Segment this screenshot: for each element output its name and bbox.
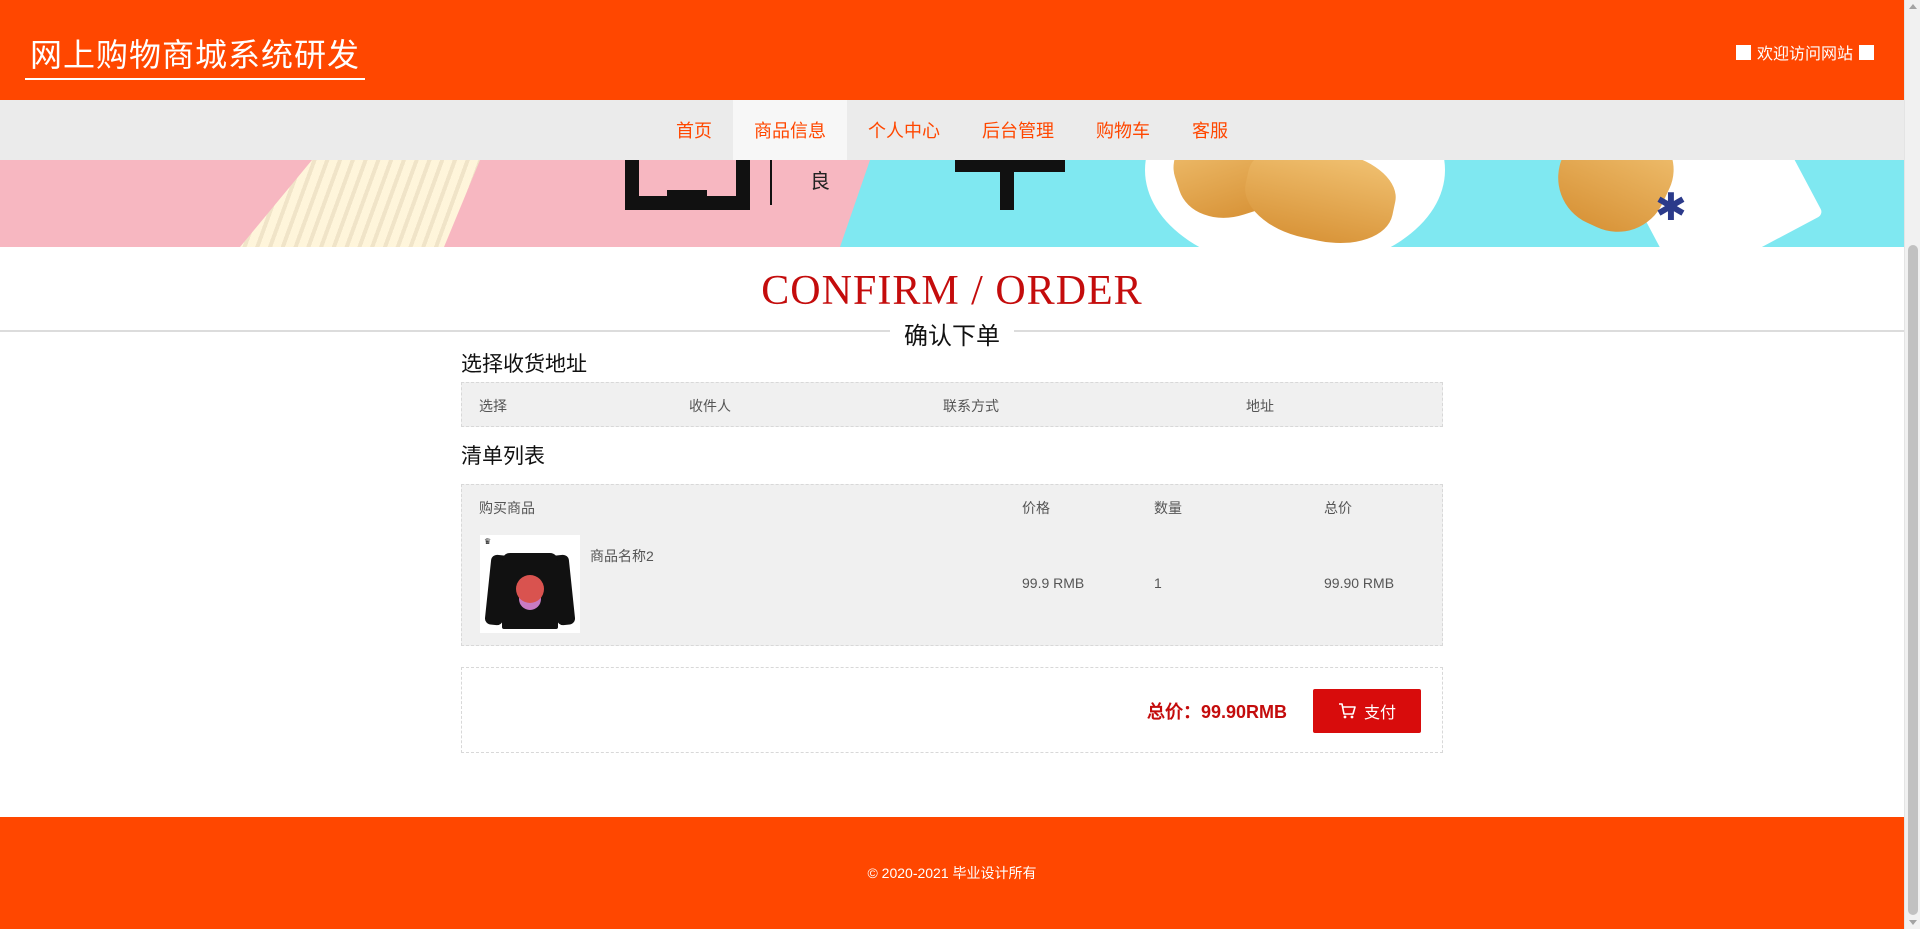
- product-total: 99.90 RMB: [1324, 575, 1395, 591]
- column-header-product: 购买商品: [479, 500, 535, 516]
- page-title-cn: 确认下单: [890, 316, 1014, 351]
- nav-item-home[interactable]: 首页: [655, 100, 733, 160]
- nav-item-admin[interactable]: 后台管理: [961, 100, 1075, 160]
- cart-icon: [1338, 703, 1356, 719]
- banner-image: 良 ✱: [0, 160, 1904, 247]
- scrollbar-thumb[interactable]: [1908, 245, 1918, 915]
- product-name[interactable]: 商品名称2: [590, 546, 654, 566]
- address-section-title: 选择收货地址: [461, 353, 587, 376]
- product-thumbnail[interactable]: ♛: [480, 535, 580, 633]
- page-title-en: CONFIRM / ORDER: [761, 268, 1143, 314]
- order-summary: 总价：99.90RMB 支付: [461, 667, 1443, 753]
- page-scrollbar[interactable]: [1904, 0, 1920, 929]
- items-section-title: 清单列表: [461, 445, 545, 468]
- column-header-quantity: 数量: [1154, 500, 1182, 516]
- site-footer: © 2020-2021 毕业设计所有: [0, 817, 1904, 929]
- nav-item-profile[interactable]: 个人中心: [847, 100, 961, 160]
- main-nav: 首页 商品信息 个人中心 后台管理 购物车 客服: [0, 100, 1904, 160]
- product-price: 99.9 RMB: [1022, 575, 1085, 591]
- column-header-address: 地址: [1246, 398, 1274, 414]
- pay-button[interactable]: 支付: [1313, 689, 1421, 733]
- welcome-text: 欢迎访问网站: [1756, 46, 1853, 63]
- site-header: 网上购物商城系统研发 欢迎访问网站: [0, 0, 1904, 100]
- column-header-total: 总价: [1324, 500, 1352, 516]
- column-header-contact: 联系方式: [943, 398, 999, 414]
- column-header-price: 价格: [1022, 500, 1050, 516]
- column-header-select: 选择: [479, 398, 507, 414]
- copyright-text: © 2020-2021 毕业设计所有: [867, 865, 1037, 881]
- nav-item-service[interactable]: 客服: [1171, 100, 1249, 160]
- site-title[interactable]: 网上购物商城系统研发: [25, 30, 366, 80]
- column-header-recipient: 收件人: [689, 398, 731, 414]
- nav-item-cart[interactable]: 购物车: [1075, 100, 1171, 160]
- square-icon: [1859, 44, 1874, 60]
- welcome-banner: 欢迎访问网站: [1735, 40, 1874, 64]
- total-price: 总价：99.90RMB: [1146, 702, 1287, 722]
- product-quantity: 1: [1154, 575, 1162, 591]
- scroll-down-icon[interactable]: [1909, 920, 1917, 925]
- pay-button-label: 支付: [1363, 705, 1396, 722]
- address-table: 选择 收件人 联系方式 地址: [461, 382, 1443, 427]
- square-icon: [1735, 44, 1751, 60]
- nav-item-products[interactable]: 商品信息: [733, 100, 847, 160]
- scroll-up-icon[interactable]: [1909, 4, 1917, 9]
- items-table: 购买商品 价格 数量 总价 ♛ 商品名称2 99.9 RMB 1 99.90 R…: [461, 484, 1443, 646]
